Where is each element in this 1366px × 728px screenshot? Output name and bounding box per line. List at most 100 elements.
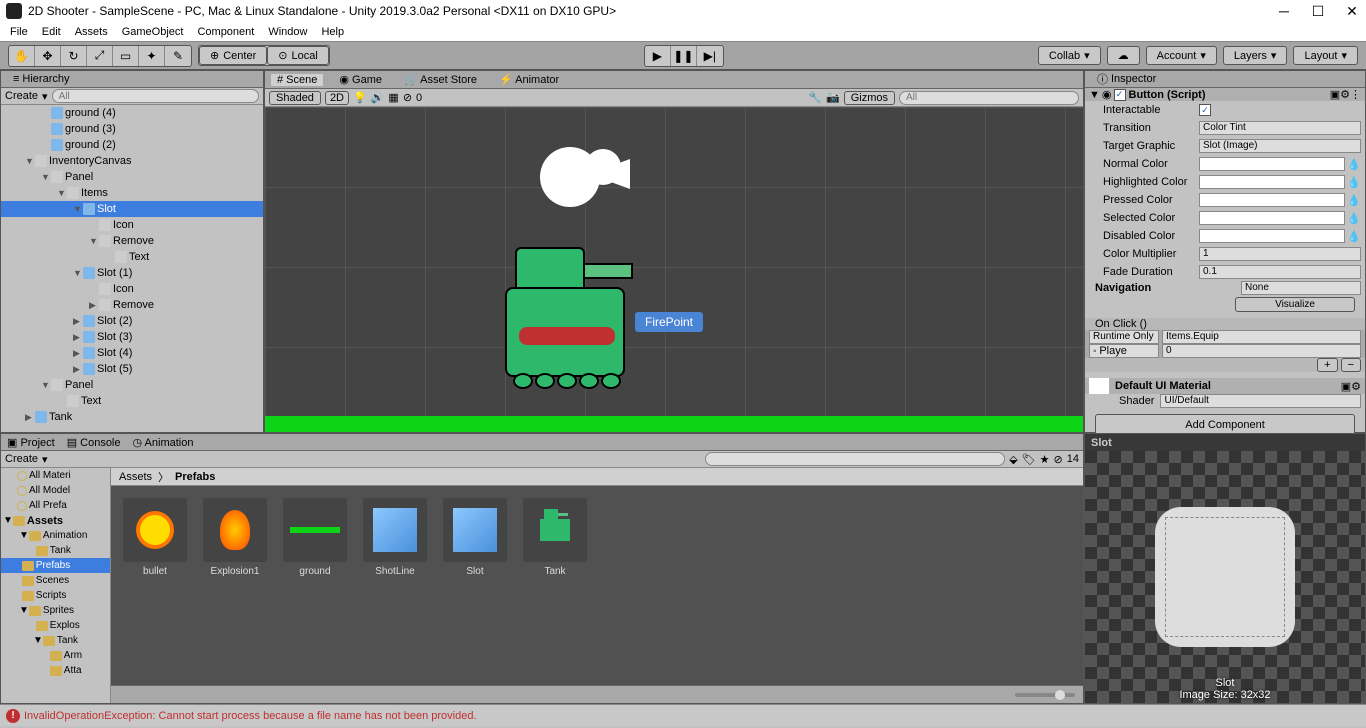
hidden-count-icon[interactable]: ⊘ [1054,453,1063,466]
hierarchy-item[interactable]: ▼Remove [1,233,263,249]
tab-game[interactable]: ◉ Game [333,73,388,86]
asset-tank[interactable]: Tank [523,498,587,577]
rect-tool[interactable]: ▭ [113,46,139,66]
folder-tree[interactable]: All MateriAll ModelAll Prefa▼Assets▼Anim… [1,468,111,703]
material-help-icon[interactable]: ▣ [1341,380,1351,393]
folder-item[interactable]: ▼Sprites [1,603,110,618]
hierarchy-item[interactable]: ▶Slot (3) [1,329,263,345]
field-Target Graphic[interactable]: Slot (Image) [1199,139,1361,153]
fx-icon[interactable]: ▦ [388,91,398,104]
camera-gizmo[interactable] [530,137,640,220]
folder-item[interactable]: Scripts [1,588,110,603]
scene-search[interactable] [899,91,1079,105]
2d-toggle[interactable]: 2D [325,91,349,105]
firepoint-label[interactable]: FirePoint [635,312,703,332]
hand-tool[interactable]: ✋ [9,46,35,66]
transform-tool[interactable]: ✦ [139,46,165,66]
menu-edit[interactable]: Edit [42,26,61,38]
hierarchy-search[interactable] [52,89,259,103]
maximize-button[interactable]: ☐ [1310,3,1326,19]
collab-button[interactable]: Collab ▾ [1038,46,1101,65]
tab-animator[interactable]: ⚡ Animator [493,73,565,86]
hierarchy-item[interactable]: ▼Panel [1,377,263,393]
ground-sprite[interactable] [265,416,1083,432]
hierarchy-item[interactable]: ▼Slot (1) [1,265,263,281]
menu-icon[interactable]: ⋮ [1350,88,1361,101]
component-enabled[interactable]: ✓ [1114,89,1126,101]
remove-event-button[interactable]: − [1341,358,1361,372]
hidden-icon[interactable]: ⊘ [403,91,412,104]
light-icon[interactable]: 💡 [353,91,367,104]
tools-icon[interactable]: 🔧 [808,91,822,104]
folder-item[interactable]: ▼Animation [1,528,110,543]
folder-item[interactable]: Scenes [1,573,110,588]
hierarchy-item[interactable]: ground (4) [1,105,263,121]
asset-slot[interactable]: Slot [443,498,507,577]
minimize-button[interactable]: ─ [1276,3,1292,19]
rotate-tool[interactable]: ↻ [61,46,87,66]
eyedropper-icon[interactable]: 💧 [1347,194,1361,207]
move-tool[interactable]: ✥ [35,46,61,66]
space-button[interactable]: ⊙Local [267,46,329,65]
colorfield-Normal Color[interactable] [1199,157,1345,171]
field-Color Multiplier[interactable]: 1 [1199,247,1361,261]
colorfield-Selected Color[interactable] [1199,211,1345,225]
eyedropper-icon[interactable]: 💧 [1347,230,1361,243]
play-button[interactable]: ▶ [645,46,671,66]
eyedropper-icon[interactable]: 💧 [1347,212,1361,225]
account-button[interactable]: Account ▾ [1146,46,1217,65]
breadcrumb-item[interactable]: Prefabs [175,471,215,483]
navigation-field[interactable]: None [1241,281,1361,295]
folder-item[interactable]: Prefabs [1,558,110,573]
pause-button[interactable]: ❚❚ [671,46,697,66]
scene-viewport[interactable]: FirePoint [265,107,1083,432]
visualize-button[interactable]: Visualize [1235,297,1355,312]
field-Fade Duration[interactable]: 0.1 [1199,265,1361,279]
hierarchy-item[interactable]: ▶Slot (4) [1,345,263,361]
eyedropper-icon[interactable]: 💧 [1347,176,1361,189]
tab-asset-store[interactable]: 🛒 Asset Store [398,73,483,86]
favorite-icon[interactable]: ★ [1040,453,1050,466]
menu-gameobject[interactable]: GameObject [122,26,184,38]
folder-item[interactable]: Arm [1,648,110,663]
hierarchy-item[interactable]: Text [1,249,263,265]
hierarchy-item[interactable]: Text [1,393,263,409]
gizmos-button[interactable]: Gizmos [844,91,895,105]
assets-root[interactable]: ▼Assets [1,513,110,528]
hierarchy-item[interactable]: Icon [1,281,263,297]
menu-component[interactable]: Component [197,26,254,38]
favorite-item[interactable]: All Materi [1,468,110,483]
breadcrumb-item[interactable]: Assets [119,471,152,483]
help-icon[interactable]: ▣ [1330,88,1340,101]
hierarchy-item[interactable]: ▼InventoryCanvas [1,153,263,169]
tab-console[interactable]: ▤ Console [67,436,121,449]
add-event-button[interactable]: + [1317,358,1337,372]
create-button[interactable]: Create [5,90,38,102]
preset-icon[interactable]: ⚙ [1340,88,1350,101]
hierarchy-item[interactable]: Icon [1,217,263,233]
project-create-button[interactable]: Create [5,453,38,465]
hierarchy-item[interactable]: ground (3) [1,121,263,137]
hierarchy-item[interactable]: ▼Slot [1,201,263,217]
colorfield-Disabled Color[interactable] [1199,229,1345,243]
hierarchy-item[interactable]: ground (2) [1,137,263,153]
hierarchy-item[interactable]: ▶Remove [1,297,263,313]
scale-tool[interactable]: ⤢ [87,46,113,66]
folder-item[interactable]: Atta [1,663,110,678]
hierarchy-item[interactable]: ▶Slot (5) [1,361,263,377]
filter-icon[interactable]: ⬙ [1009,453,1017,466]
shader-dropdown[interactable]: UI/Default [1160,394,1361,408]
runtime-dropdown[interactable]: Runtime Only [1089,330,1159,344]
component-foldout[interactable]: ▼ [1089,89,1100,101]
status-bar[interactable]: ! InvalidOperationException: Cannot star… [0,704,1366,726]
tab-scene[interactable]: # Scene [271,74,323,86]
hierarchy-item[interactable]: ▶Tank [1,409,263,425]
favorite-item[interactable]: All Model [1,483,110,498]
camera-icon[interactable]: 📷 [826,91,840,104]
eyedropper-icon[interactable]: 💧 [1347,158,1361,171]
cloud-button[interactable]: ☁ [1107,46,1140,65]
hierarchy-item[interactable]: ▼Items [1,185,263,201]
custom-tool[interactable]: ✎ [165,46,191,66]
menu-file[interactable]: File [10,26,28,38]
audio-icon[interactable]: 🔊 [371,91,385,104]
